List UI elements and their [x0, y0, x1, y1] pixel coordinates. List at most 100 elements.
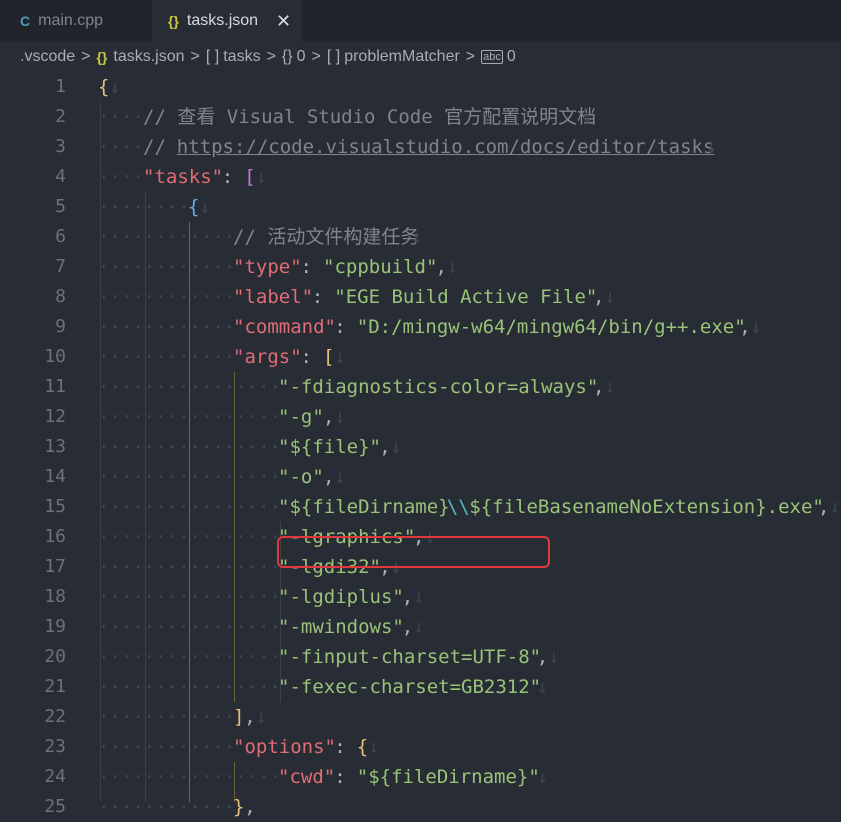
whitespace-marker: ············	[98, 316, 236, 338]
code-line-15[interactable]: 15 ················ "${fileDirname} \\ ${fil…	[0, 492, 841, 522]
code-token: ,	[401, 616, 414, 638]
code-token: "cppbuild"	[323, 256, 438, 278]
line-number: 2	[55, 106, 66, 127]
code-token: \\	[446, 496, 470, 518]
code-token: ,	[244, 796, 256, 818]
line-number: 10	[44, 346, 66, 367]
code-line-3[interactable]: 3 ····// https://code.visualstudio.com/do…	[0, 132, 841, 162]
whitespace-marker: ↓	[604, 376, 616, 398]
string-symbol-icon: abc	[481, 50, 503, 64]
code-token: :	[311, 286, 335, 308]
code-line-25[interactable]: 25 ············},	[0, 792, 841, 822]
line-number: 21	[44, 676, 66, 697]
code-token: ,	[379, 436, 391, 458]
code-line-24[interactable]: 24 ················ "cwd": "${fileDirname}…	[0, 762, 841, 792]
line-number: 3	[55, 136, 66, 157]
code-token: ,	[323, 406, 335, 428]
code-token: ,	[536, 646, 549, 668]
whitespace-marker: ↓	[334, 466, 346, 488]
code-token: ,	[435, 256, 447, 278]
object-symbol-icon: {}	[281, 48, 293, 65]
code-line-7[interactable]: 7 ············ "type": "cppbuild", ↓	[0, 252, 841, 282]
line-number: 14	[44, 466, 66, 487]
code-line-2[interactable]: 2 ····// 查看 Visual Studio Code 官方配置说明文档 ↓	[0, 102, 841, 132]
breadcrumb-item-tasks-json[interactable]: tasks.json	[113, 48, 184, 66]
whitespace-marker: ↓	[199, 196, 211, 218]
line-number: 12	[44, 406, 66, 427]
code-token: https://code.visualstudio.com/docs/edito…	[176, 136, 715, 158]
code-line-1[interactable]: 1 {↓	[0, 72, 841, 102]
line-number: 15	[44, 496, 66, 517]
code-line-22[interactable]: 22 ············], ↓	[0, 702, 841, 732]
whitespace-marker: ················	[98, 526, 282, 548]
code-line-19[interactable]: 19 ················ "-mwindows", ↓	[0, 612, 841, 642]
tab-label: main.cpp	[38, 12, 104, 29]
whitespace-marker: ············	[98, 736, 236, 758]
whitespace-marker: ↓	[334, 406, 346, 428]
code-line-6[interactable]: 6 ············// 活动文件构建任务 ↓	[0, 222, 841, 252]
code-line-20[interactable]: 20 ················ "-finput-charset=UTF-8…	[0, 642, 841, 672]
code-line-21[interactable]: 21 ················ "-fexec-charset=GB2312…	[0, 672, 841, 702]
code-line-14[interactable]: 14 ················ "-o", ↓	[0, 462, 841, 492]
line-number: 20	[44, 646, 66, 667]
code-line-4[interactable]: 4 ···· "tasks": [↓	[0, 162, 841, 192]
breadcrumb-item-vscode[interactable]: .vscode	[20, 48, 75, 66]
whitespace-marker: ············	[98, 796, 236, 818]
tab-tasks-json[interactable]: {} tasks.json ✕	[152, 0, 302, 42]
whitespace-marker: ············	[98, 256, 236, 278]
code-token: "-finput-charset=UTF-8"	[278, 646, 542, 668]
code-token: {	[356, 736, 369, 758]
whitespace-marker: ↓	[604, 286, 616, 308]
code-line-18[interactable]: 18 ················ "-lgdiplus", ↓	[0, 582, 841, 612]
breadcrumb-item-tasks[interactable]: tasks	[223, 48, 260, 66]
code-token: "command"	[233, 316, 336, 338]
code-line-9[interactable]: 9 ············ "command": "D:/mingw-w64/mi…	[0, 312, 841, 342]
code-token: "-fexec-charset=GB2312"	[278, 676, 542, 698]
line-number: 1	[55, 76, 66, 97]
code-token: :	[300, 256, 324, 278]
breadcrumb: .vscode > {} tasks.json > [ ] tasks > {}…	[0, 42, 841, 72]
code-line-13[interactable]: 13 ················ "${file}", ↓	[0, 432, 841, 462]
code-line-8[interactable]: 8 ············ "label": "EGE Build Active …	[0, 282, 841, 312]
code-token: :	[221, 166, 245, 188]
code-token: ${fileBasenameNoExtension}.exe"	[469, 496, 824, 518]
code-token: "cwd"	[278, 766, 336, 788]
breadcrumb-item-index-0[interactable]: 0	[297, 48, 306, 66]
code-token: ,	[244, 706, 256, 728]
chevron-right-icon: >	[266, 48, 276, 65]
breadcrumb-item-problem-matcher[interactable]: problemMatcher	[344, 48, 460, 66]
json-file-icon: {}	[168, 13, 179, 29]
whitespace-marker: ↓	[334, 346, 346, 368]
code-editor[interactable]: 1 { ↓ 2 ····// 查看 Visual Studio Code 官方配置说明文…	[0, 72, 841, 818]
code-token: ,	[593, 286, 605, 308]
code-line-5[interactable]: 5 ········{↓	[0, 192, 841, 222]
whitespace-marker: ····	[98, 106, 144, 128]
code-token: "${fileDirname}"	[356, 766, 540, 788]
code-token: :	[300, 346, 324, 368]
array-symbol-icon: [ ]	[205, 48, 220, 65]
tab-main-cpp[interactable]: C main.cpp	[0, 0, 152, 42]
tab-bar: C main.cpp {} tasks.json ✕	[0, 0, 841, 42]
whitespace-marker: ↓	[536, 766, 549, 788]
json-file-icon: {}	[96, 49, 108, 65]
whitespace-marker: ················	[98, 496, 282, 518]
line-number: 6	[55, 226, 66, 247]
breadcrumb-item-index-0-last[interactable]: 0	[507, 48, 516, 66]
code-token: "args"	[233, 346, 302, 368]
code-token: "options"	[233, 736, 336, 758]
code-token: //	[143, 136, 178, 158]
whitespace-marker: ↓	[705, 136, 717, 158]
code-line-10[interactable]: 10 ············ "args": [↓	[0, 342, 841, 372]
code-token: {	[98, 76, 110, 98]
code-token: :	[334, 316, 358, 338]
code-token: ,	[323, 466, 335, 488]
close-icon[interactable]: ✕	[276, 11, 291, 32]
code-token: "type"	[233, 256, 302, 278]
code-line-12[interactable]: 12 ················ "-g", ↓	[0, 402, 841, 432]
line-number: 11	[44, 376, 66, 397]
code-line-11[interactable]: 11 ················ "-fdiagnostics-color=a…	[0, 372, 841, 402]
code-token: ,	[593, 376, 605, 398]
code-line-23[interactable]: 23 ············ "options": {↓	[0, 732, 841, 762]
line-number: 22	[44, 706, 66, 727]
code-token: // 查看 Visual Studio Code 官方配置说明文档	[143, 106, 597, 128]
